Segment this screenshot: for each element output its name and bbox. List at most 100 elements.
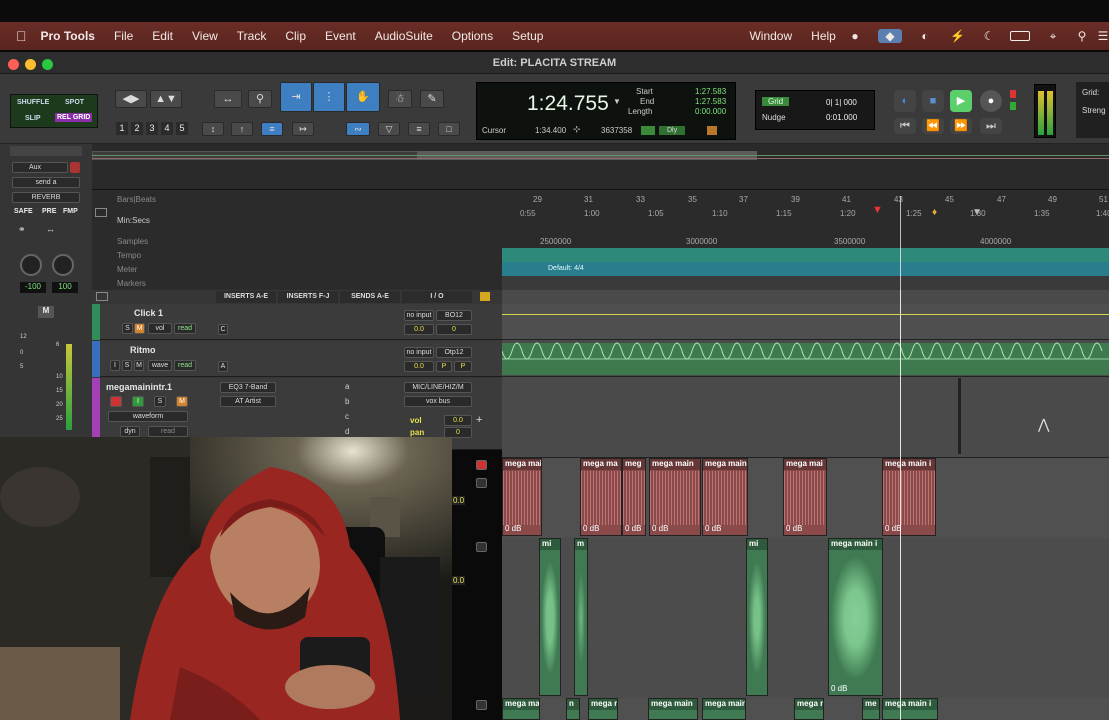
zoom-in-icon[interactable]: ▲▼	[150, 90, 182, 108]
track-click[interactable]: Click 1 S M vol read C no input BO12 0.0…	[92, 304, 502, 340]
io-c[interactable]: C	[218, 324, 228, 335]
audio-clip[interactable]: mega main	[648, 698, 698, 720]
nudge-value[interactable]: 0:01.000	[826, 113, 857, 122]
track-name[interactable]: megamainintr.1	[106, 382, 172, 392]
bolt-icon[interactable]: ⚡	[950, 29, 965, 43]
nudge-left-icon[interactable]: ↕	[202, 122, 224, 136]
send-select[interactable]: send a	[12, 177, 80, 188]
selector-tool-icon[interactable]: ⋮	[313, 82, 345, 112]
ruler-samples[interactable]: Samples	[117, 237, 148, 246]
zoomer-tool-icon[interactable]: ⚲	[248, 90, 272, 108]
pan-left-value[interactable]: P	[436, 361, 452, 372]
track-name[interactable]: Click 1	[134, 308, 163, 318]
automation-follows-icon[interactable]: ▽	[378, 122, 400, 136]
mute-button[interactable]: M	[134, 360, 144, 371]
ruler-bars-beats[interactable]: Bars|Beats	[117, 195, 156, 204]
reverb-select[interactable]: REVERB	[12, 192, 80, 203]
pan-value[interactable]: 0	[436, 324, 472, 335]
menu-event[interactable]: Event	[325, 29, 356, 43]
grid-button[interactable]: Grid	[762, 97, 790, 106]
volume-value[interactable]: 0.0	[404, 361, 434, 372]
send-a[interactable]: a	[345, 382, 349, 391]
automation-select[interactable]: read	[174, 360, 196, 371]
wifi-icon[interactable]: ⌖	[1046, 29, 1060, 43]
link-icon[interactable]: ⚭	[18, 224, 26, 235]
input-select[interactable]: no input	[404, 347, 434, 358]
meter-event[interactable]: Default: 4/4	[548, 265, 584, 272]
insert-at-artist[interactable]: AT Artist	[220, 396, 276, 407]
pan-left-knob[interactable]	[20, 254, 42, 276]
app-menu[interactable]: Pro Tools	[41, 29, 95, 43]
audio-clip[interactable]: mega main i 0 dB	[882, 458, 936, 536]
solo-button[interactable]: S	[122, 360, 132, 371]
input-monitor-button[interactable]: I	[132, 396, 144, 407]
zoom-horiz-icon[interactable]: ↔	[214, 90, 242, 108]
send-c[interactable]: c	[345, 412, 349, 421]
zoom-preset-5[interactable]: 5	[176, 122, 188, 135]
end-value[interactable]: 1:27.583	[695, 97, 726, 106]
input-select[interactable]: no input	[404, 310, 434, 321]
mirror-midi-icon[interactable]: ∾	[346, 122, 370, 136]
col-sends-ae[interactable]: SENDS A-E	[340, 291, 400, 303]
zoom-preset-1[interactable]: 1	[116, 122, 128, 135]
end-marker-icon[interactable]: ▼	[972, 207, 982, 218]
track-record-icon[interactable]	[476, 460, 487, 470]
ruler-min-secs[interactable]: Min:Secs	[117, 216, 150, 225]
stereo-icon[interactable]: ↔	[46, 224, 55, 234]
automation-select[interactable]: read	[148, 426, 188, 437]
timeline-tracks[interactable]: mega main 0 dB mega ma 0 dB meg 0 dB meg…	[502, 290, 1109, 720]
send-b[interactable]: b	[345, 397, 349, 406]
rewind-to-start-button[interactable]: ⏮	[894, 118, 916, 134]
green-clip-lane[interactable]	[502, 538, 1109, 698]
safe-button[interactable]: SAFE	[14, 208, 33, 215]
audio-clip[interactable]: n	[566, 698, 580, 720]
menu-audiosuite[interactable]: AudioSuite	[375, 29, 433, 43]
audio-clip[interactable]: mega mai	[502, 698, 540, 720]
grid-value[interactable]: 0| 1| 000	[826, 98, 857, 107]
input-select[interactable]: MIC/LINE/HIZ/M	[404, 382, 472, 393]
menu-track[interactable]: Track	[237, 29, 267, 43]
tab-to-transient-icon[interactable]: ↑	[231, 122, 253, 136]
slip-mode-button[interactable]: SLIP	[25, 115, 41, 122]
menu-setup[interactable]: Setup	[512, 29, 543, 43]
track-name[interactable]: Ritmo	[130, 345, 156, 355]
ruler-markers[interactable]: Markers	[117, 279, 146, 288]
online-icon[interactable]: ◐	[894, 90, 916, 112]
control-center-icon[interactable]: ☰	[1096, 29, 1109, 43]
insertion-follows-icon[interactable]: ↦	[292, 122, 314, 136]
start-value[interactable]: 1:27.583	[695, 87, 726, 96]
audio-clip[interactable]: mega mai 0 dB	[783, 458, 827, 536]
selection-start-marker-icon[interactable]: ▼	[872, 204, 883, 216]
insert-eq3[interactable]: EQ3 7-Band	[220, 382, 276, 393]
audio-clip[interactable]: mega r	[588, 698, 618, 720]
pre-button[interactable]: PRE	[42, 208, 56, 215]
universe-overview[interactable]	[92, 144, 1109, 190]
track-list-menu-icon[interactable]	[96, 292, 108, 301]
audio-clip[interactable]: m	[574, 538, 588, 696]
pencil-tool-icon[interactable]: ✎	[420, 90, 444, 108]
memory-icon[interactable]	[707, 126, 717, 135]
zoom-preset-3[interactable]: 3	[146, 122, 158, 135]
scrubber-tool-icon[interactable]: ☃	[388, 90, 412, 108]
record-arm-button[interactable]	[110, 396, 122, 407]
send-d[interactable]: d	[345, 427, 349, 436]
record-red-icon[interactable]	[70, 162, 80, 173]
track-menu-icon-2[interactable]	[476, 542, 487, 552]
fast-forward-button[interactable]: ⏩	[950, 118, 972, 134]
menu-file[interactable]: File	[114, 29, 133, 43]
mixer-value-2[interactable]: 0.0	[452, 576, 466, 585]
pan-right-knob[interactable]	[52, 254, 74, 276]
col-insert-fj[interactable]: INSERTS F-J	[278, 291, 338, 303]
audio-clip[interactable]: mega main 0 dB	[502, 458, 542, 536]
col-io[interactable]: I / O	[402, 291, 472, 303]
pan-right-value[interactable]: 100	[52, 282, 78, 293]
view-menu-icon[interactable]	[480, 292, 490, 301]
automation-select[interactable]: read	[174, 323, 196, 334]
menu-view[interactable]: View	[192, 29, 218, 43]
audio-clip[interactable]: mega r	[794, 698, 824, 720]
solo-button[interactable]: S	[154, 396, 166, 407]
audio-clip[interactable]: meg 0 dB	[622, 458, 646, 536]
dyn-select[interactable]: dyn	[120, 426, 140, 437]
track-ritmo[interactable]: Ritmo I S M wave read A no input Otp12 0…	[92, 341, 502, 377]
io-a[interactable]: A	[218, 361, 228, 372]
